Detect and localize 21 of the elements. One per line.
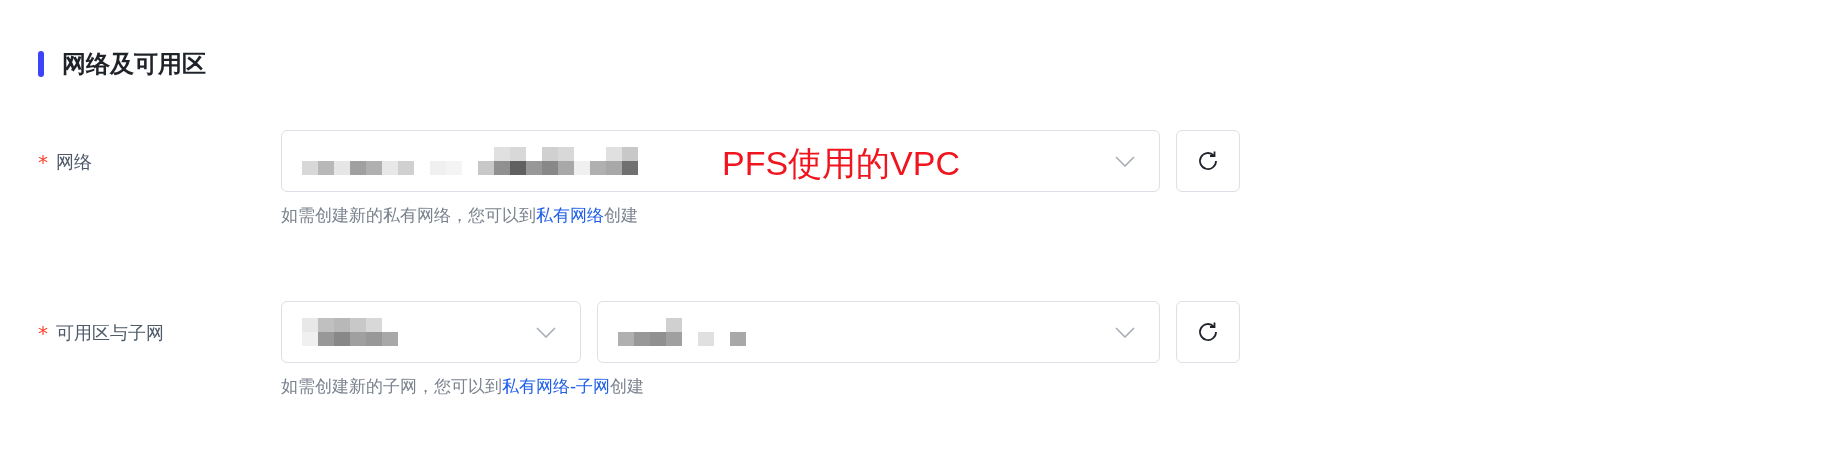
annotation-text: PFS使用的VPC [722, 143, 961, 184]
required-mark: * [38, 321, 48, 345]
select-field[interactable] [281, 301, 581, 363]
section-title: 网络及可用区 [62, 49, 206, 80]
refresh-button[interactable] [1176, 130, 1240, 192]
select-field[interactable] [597, 301, 1160, 363]
link[interactable]: 私有网络 [536, 205, 604, 225]
refresh-icon [1196, 149, 1220, 173]
link[interactable]: 私有网络-子网 [502, 376, 611, 396]
chevron-down-icon [1115, 326, 1135, 338]
chevron-down-icon [536, 326, 556, 338]
accent-bar [38, 51, 44, 77]
refresh-button[interactable] [1176, 301, 1240, 363]
field-label: 可用区与子网 [56, 321, 164, 345]
help-text: 如需创建新的子网，您可以到私有网络-子网创建 [281, 375, 646, 398]
help-text: 如需创建新的私有网络，您可以到私有网络创建 [281, 204, 639, 227]
field-label: 网络 [56, 150, 92, 174]
select-field[interactable]: PFS使用的VPC [281, 130, 1160, 192]
chevron-down-icon [1115, 155, 1135, 167]
required-mark: * [38, 150, 48, 174]
refresh-icon [1196, 320, 1220, 344]
